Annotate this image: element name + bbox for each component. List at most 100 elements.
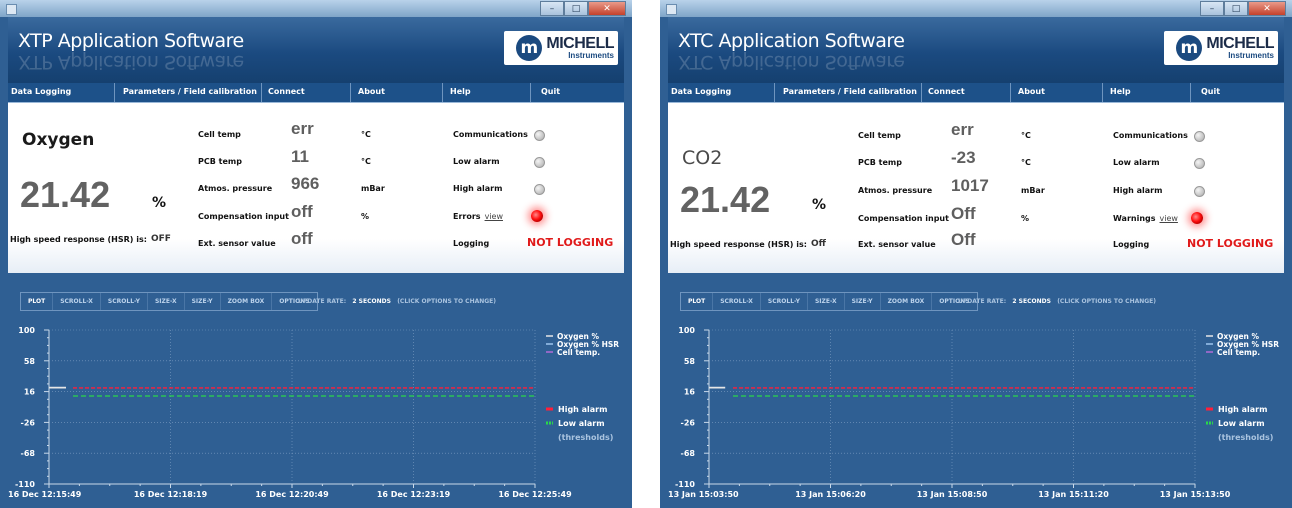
y-tick-label: -26 xyxy=(21,418,36,427)
menu-data-logging[interactable]: Data Logging xyxy=(11,87,71,96)
primary-reading-unit: % xyxy=(152,195,167,211)
status-logging-label: Logging xyxy=(453,239,490,248)
menu-bar: Data Logging Parameters / Field calibrat… xyxy=(8,83,624,103)
scroll-y-button[interactable]: SCROLL-Y xyxy=(761,293,808,310)
plot-controls: PLOT SCROLL-X SCROLL-Y SIZE-X SIZE-Y ZOO… xyxy=(20,292,318,311)
menu-quit[interactable]: Quit xyxy=(1201,87,1220,96)
update-rate-hint: (CLICK OPTIONS TO CHANGE) xyxy=(397,298,497,305)
menu-help[interactable]: Help xyxy=(450,87,471,96)
errors-view-link[interactable]: view xyxy=(485,212,503,221)
communications-led-icon xyxy=(534,130,545,141)
menu-separator xyxy=(1010,83,1011,102)
maximize-icon[interactable]: □ xyxy=(564,1,588,16)
close-icon[interactable]: ✕ xyxy=(1248,1,1286,16)
size-y-button[interactable]: SIZE-Y xyxy=(845,293,881,310)
hsr-value[interactable]: Off xyxy=(811,239,826,249)
status-communications-label: Communications xyxy=(1113,131,1188,140)
y-tick-label: 16 xyxy=(684,388,696,397)
minimize-icon[interactable]: – xyxy=(1200,1,1224,16)
high-alarm-led-icon xyxy=(534,184,545,195)
y-tick-label: -68 xyxy=(21,449,36,458)
param-value-compensation-input: Off xyxy=(951,204,976,223)
gas-label: Oxygen xyxy=(22,130,95,150)
param-label-atmos-pressure: Atmos. pressure xyxy=(198,184,273,193)
param-label-cell-temp: Cell temp xyxy=(198,130,241,139)
thresholds-note: (thresholds) xyxy=(558,433,613,442)
status-low-alarm-label: Low alarm xyxy=(453,157,500,166)
minimize-icon[interactable]: – xyxy=(540,1,564,16)
legend-label: Cell temp. xyxy=(1217,348,1260,357)
x-tick-label: 16 Dec 12:15:49 xyxy=(8,490,82,499)
warnings-view-link[interactable]: view xyxy=(1160,214,1178,223)
param-value-compensation-input: off xyxy=(291,202,313,221)
logo-main-text: MICHELL xyxy=(1206,35,1274,52)
primary-reading-unit: % xyxy=(812,197,827,213)
menu-separator xyxy=(114,83,115,102)
param-unit-atmos-pressure: mBar xyxy=(1021,186,1045,195)
menu-parameters[interactable]: Parameters / Field calibration xyxy=(783,87,917,96)
scroll-x-button[interactable]: SCROLL-X xyxy=(53,293,101,310)
scroll-x-button[interactable]: SCROLL-X xyxy=(713,293,761,310)
gas-label: CO2 xyxy=(682,147,723,169)
size-x-button[interactable]: SIZE-X xyxy=(808,293,845,310)
menu-about[interactable]: About xyxy=(358,87,385,96)
menu-help[interactable]: Help xyxy=(1110,87,1131,96)
param-value-atmos-pressure: 966 xyxy=(291,174,320,193)
menu-connect[interactable]: Connect xyxy=(928,87,965,96)
update-rate-label: UPDATE RATE: xyxy=(958,298,1007,305)
app-system-icon[interactable] xyxy=(666,4,677,15)
plot-button[interactable]: PLOT xyxy=(21,293,54,310)
warnings-label-text: Warnings xyxy=(1113,214,1156,223)
menu-parameters[interactable]: Parameters / Field calibration xyxy=(123,87,257,96)
app-header: XTP Application Software XTP Application… xyxy=(8,17,624,83)
y-tick-label: -68 xyxy=(681,449,696,458)
zoom-box-button[interactable]: ZOOM BOX xyxy=(221,293,273,310)
high-alarm-led-icon xyxy=(1194,186,1205,197)
plot-button[interactable]: PLOT xyxy=(681,293,714,310)
michell-logo: m MICHELL Instruments xyxy=(504,31,618,65)
status-communications-label: Communications xyxy=(453,130,528,139)
legend-label: Cell temp. xyxy=(557,348,600,357)
menu-connect[interactable]: Connect xyxy=(268,87,305,96)
param-label-compensation-input: Compensation input xyxy=(858,214,949,223)
param-label-cell-temp: Cell temp xyxy=(858,131,901,140)
param-label-pcb-temp: PCB temp xyxy=(858,158,902,167)
logo-mark: m xyxy=(1176,35,1203,61)
param-value-atmos-pressure: 1017 xyxy=(951,176,989,195)
maximize-icon[interactable]: □ xyxy=(1224,1,1248,16)
trend-chart[interactable]: 100 58 16 -26 -68 -11013 Jan 15:03:50 13 Jan 1… xyxy=(660,322,1292,508)
menu-data-logging[interactable]: Data Logging xyxy=(671,87,731,96)
logo-sub-text: Instruments xyxy=(1228,51,1274,60)
logo-main-text: MICHELL xyxy=(546,35,614,52)
y-tick-label: -110 xyxy=(675,480,695,489)
primary-reading: 21.42 xyxy=(680,179,771,220)
menu-separator xyxy=(1102,83,1103,102)
trend-chart[interactable]: 100 58 16 -26 -68 -11016 Dec 12:15:49 16 Dec 1… xyxy=(0,322,632,508)
app-title: XTC Application Software xyxy=(678,30,905,52)
x-tick-label: 13 Jan 15:08:50 xyxy=(917,490,988,499)
warnings-led-icon xyxy=(1191,212,1203,224)
param-label-ext-sensor: Ext. sensor value xyxy=(198,239,276,248)
menu-about[interactable]: About xyxy=(1018,87,1045,96)
hsr-label: High speed response (HSR) is: xyxy=(10,235,147,244)
scroll-y-button[interactable]: SCROLL-Y xyxy=(101,293,148,310)
size-y-button[interactable]: SIZE-Y xyxy=(185,293,221,310)
app-system-icon[interactable] xyxy=(6,4,17,15)
close-icon[interactable]: ✕ xyxy=(588,1,626,16)
errors-led-icon xyxy=(531,210,543,222)
x-tick-label: 13 Jan 15:11:20 xyxy=(1038,490,1109,499)
menu-quit[interactable]: Quit xyxy=(541,87,560,96)
michell-logo: m MICHELL Instruments xyxy=(1164,31,1278,65)
param-unit-cell-temp: °C xyxy=(1021,131,1031,140)
logo-sub-text: Instruments xyxy=(568,51,614,60)
app-title: XTP Application Software xyxy=(18,30,244,52)
window-titlebar[interactable]: – □ ✕ xyxy=(0,0,632,17)
hsr-value[interactable]: OFF xyxy=(151,234,171,244)
y-tick-label: 58 xyxy=(684,357,696,366)
status-errors-label: Errors view xyxy=(453,212,503,221)
logging-status-text: NOT LOGGING xyxy=(1187,237,1274,250)
app-title-reflection: XTC Application Software xyxy=(678,51,905,73)
size-x-button[interactable]: SIZE-X xyxy=(148,293,185,310)
zoom-box-button[interactable]: ZOOM BOX xyxy=(881,293,933,310)
window-titlebar[interactable]: – □ ✕ xyxy=(660,0,1292,17)
